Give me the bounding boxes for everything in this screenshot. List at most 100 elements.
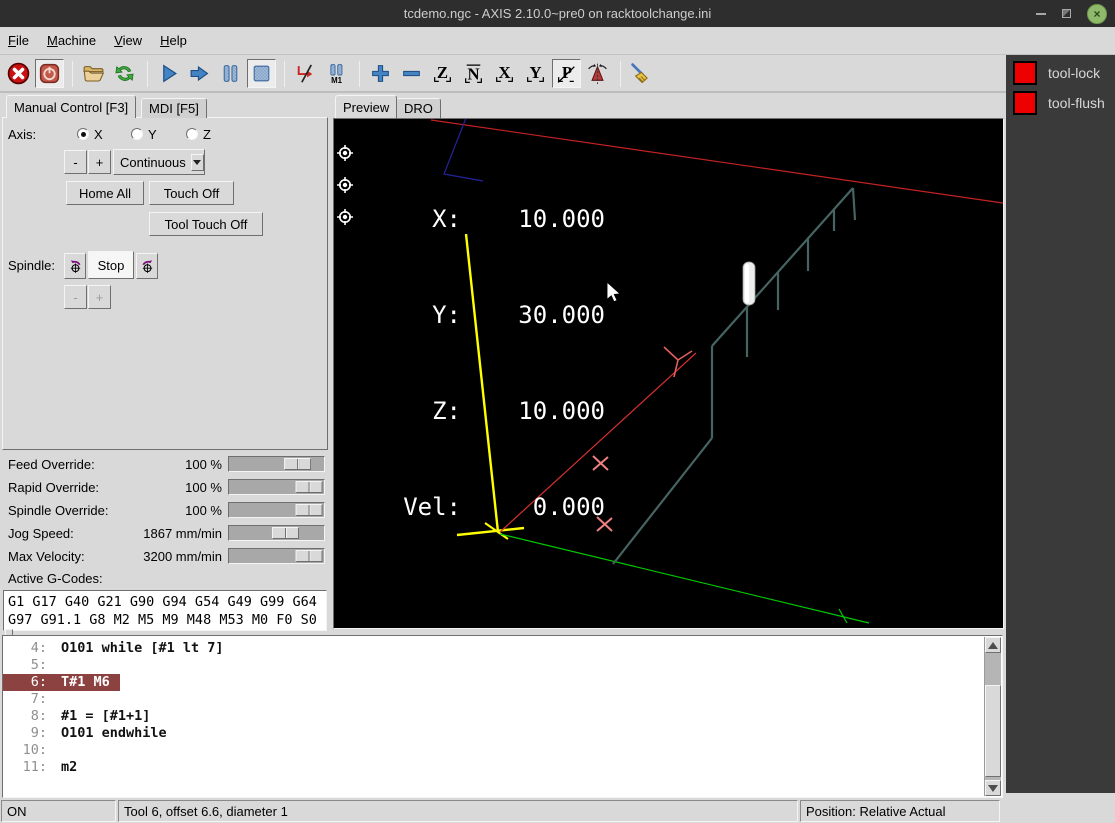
jog-plus-button[interactable]: +: [88, 150, 111, 174]
titlebar[interactable]: tcdemo.ngc - AXIS 2.10.0~pre0 on racktoo…: [0, 0, 1115, 27]
slider-thumb[interactable]: [296, 481, 323, 493]
line-number: 6:: [11, 674, 47, 691]
spindle-override-slider[interactable]: [228, 502, 325, 518]
view-front-icon: Y: [524, 62, 547, 85]
spindle-label: Spindle:: [8, 258, 55, 273]
spindle-faster-button[interactable]: +: [88, 285, 111, 309]
zoom-in-button[interactable]: [366, 59, 395, 88]
view-perspective-button[interactable]: P: [552, 59, 581, 88]
jog-speed-slider[interactable]: [228, 525, 325, 541]
run-button[interactable]: [154, 59, 183, 88]
feed-override-label: Feed Override:: [8, 457, 95, 472]
view-top-button[interactable]: Z: [428, 59, 457, 88]
listing-scrollbar[interactable]: [984, 637, 1001, 796]
rapid-override-slider[interactable]: [228, 479, 325, 495]
slider-thumb[interactable]: [296, 504, 323, 516]
scroll-up-icon[interactable]: [985, 637, 1001, 653]
spindle-override-row: Spindle Override: 100 %: [0, 500, 331, 523]
toolbar-separator: [620, 61, 621, 87]
stop-button[interactable]: [247, 59, 276, 88]
dro-x-label: X:: [403, 203, 461, 235]
tool-touch-off-button[interactable]: Tool Touch Off: [149, 212, 263, 236]
jog-speed-label: Jog Speed:: [8, 526, 74, 541]
jog-minus-button[interactable]: -: [64, 150, 87, 174]
dro-x-value: 10.000: [461, 203, 605, 235]
gcode-line[interactable]: 10:: [3, 742, 984, 759]
slider-thumb[interactable]: [296, 550, 323, 562]
skip-lines-button[interactable]: [291, 59, 320, 88]
pause-icon: [219, 62, 242, 85]
spindle-slower-button[interactable]: -: [64, 285, 87, 309]
tab-mdi[interactable]: MDI [F5]: [141, 98, 207, 118]
jog-speed-value: 1867 mm/min: [110, 526, 222, 541]
axis-radio-x[interactable]: [77, 128, 89, 140]
menu-help[interactable]: Help: [160, 33, 187, 48]
spindle-stop-button[interactable]: Stop: [88, 251, 134, 279]
tab-manual-control-label: Manual Control [F3]: [14, 100, 128, 115]
scrollbar-thumb[interactable]: [985, 685, 1001, 777]
feed-override-slider[interactable]: [228, 456, 325, 472]
open-file-button[interactable]: [79, 59, 108, 88]
slider-thumb[interactable]: [272, 527, 299, 539]
tool-lock-label: tool-lock: [1048, 65, 1100, 81]
close-icon[interactable]: ×: [1087, 4, 1107, 24]
home-all-button[interactable]: Home All: [66, 181, 144, 205]
line-text: O101 endwhile: [61, 725, 167, 741]
gcode-line[interactable]: 11:m2: [3, 759, 984, 776]
menu-view[interactable]: View: [114, 33, 142, 48]
line-text: #1 = [#1+1]: [61, 708, 150, 724]
tab-mdi-label: MDI [F5]: [149, 101, 199, 116]
homed-icon-y: [337, 177, 353, 193]
menu-machine[interactable]: Machine: [47, 33, 96, 48]
jog-increment-select[interactable]: Continuous: [113, 149, 205, 175]
view-side-button[interactable]: X: [490, 59, 519, 88]
touch-off-button[interactable]: Touch Off: [149, 181, 234, 205]
active-gcodes-label: Active G-Codes:: [8, 571, 103, 586]
tab-dro[interactable]: DRO: [396, 98, 441, 118]
machine-power-button[interactable]: [35, 59, 64, 88]
view-top-rotated-button[interactable]: N: [459, 59, 488, 88]
tool-flush-led: [1013, 91, 1037, 115]
window-controls: ×: [1036, 0, 1107, 27]
optional-stop-button[interactable]: M1: [322, 59, 351, 88]
gcode-line[interactable]: 9:O101 endwhile: [3, 725, 984, 742]
tab-manual-control[interactable]: Manual Control [F3]: [6, 95, 136, 118]
preview-3d-canvas[interactable]: X:10.000 Y:30.000 Z:10.000 Vel:0.000: [333, 118, 1004, 629]
tool-flush-indicator: tool-flush: [1013, 91, 1105, 115]
axis-radio-z[interactable]: [186, 128, 198, 140]
max-velocity-label: Max Velocity:: [8, 549, 85, 564]
spindle-reverse-button[interactable]: [64, 253, 86, 279]
dro-vel-label: Vel:: [403, 491, 461, 523]
axis-radio-y[interactable]: [131, 128, 143, 140]
slider-thumb[interactable]: [284, 458, 311, 470]
gcode-line[interactable]: 4:O101 while [#1 lt 7]: [3, 640, 984, 657]
rotate-view-button[interactable]: [583, 59, 612, 88]
gcode-listing[interactable]: 4:O101 while [#1 lt 7] 5: 6:T#1 M6 7: 8:…: [2, 635, 1003, 798]
gcode-line-active[interactable]: 6:T#1 M6: [3, 674, 984, 691]
gcode-line[interactable]: 5:: [3, 657, 984, 674]
axis-main-window: tcdemo.ngc - AXIS 2.10.0~pre0 on racktoo…: [0, 0, 1115, 823]
dro-z-value: 10.000: [461, 395, 605, 427]
run-step-button[interactable]: [185, 59, 214, 88]
view-front-button[interactable]: Y: [521, 59, 550, 88]
max-velocity-slider[interactable]: [228, 548, 325, 564]
estop-button[interactable]: [4, 59, 33, 88]
tab-preview[interactable]: Preview: [335, 95, 397, 118]
spindle-forward-button[interactable]: [136, 253, 158, 279]
axis-label: Axis:: [8, 127, 36, 142]
statusbar: ON Tool 6, offset 6.6, diameter 1 Positi…: [0, 799, 1115, 823]
reload-button[interactable]: [110, 59, 139, 88]
clear-plot-button[interactable]: [627, 59, 656, 88]
gcode-line[interactable]: 8:#1 = [#1+1]: [3, 708, 984, 725]
pause-button[interactable]: [216, 59, 245, 88]
view-top-icon: Z: [431, 62, 454, 85]
minimize-icon[interactable]: [1036, 13, 1046, 15]
zoom-out-button[interactable]: [397, 59, 426, 88]
view-top-rotated-icon: N: [462, 62, 485, 85]
scroll-down-icon[interactable]: [985, 780, 1001, 796]
axis-radio-x-label: X: [94, 127, 103, 142]
gcode-line[interactable]: 7:: [3, 691, 984, 708]
zoom-out-icon: [400, 62, 423, 85]
maximize-icon[interactable]: [1062, 9, 1071, 18]
menu-file[interactable]: File: [8, 33, 29, 48]
